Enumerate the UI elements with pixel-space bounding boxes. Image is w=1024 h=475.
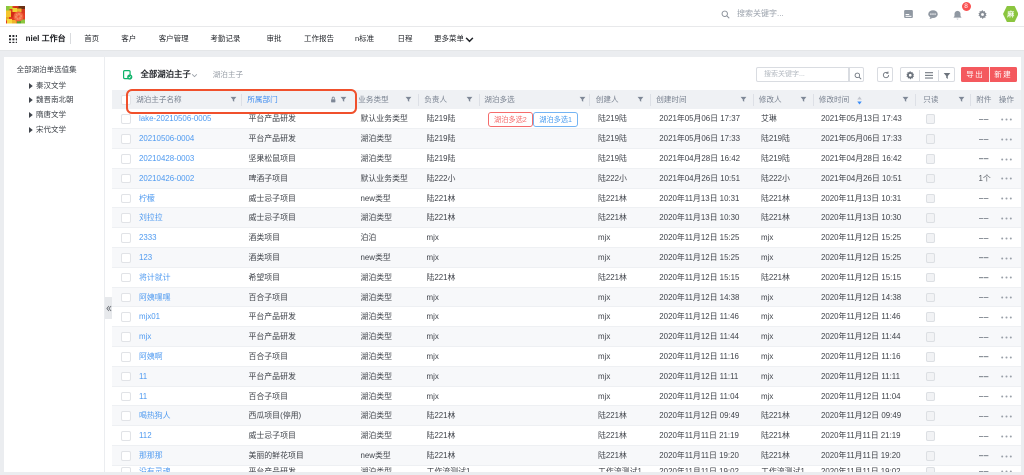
svg-text:麻: 麻 bbox=[1006, 9, 1015, 18]
